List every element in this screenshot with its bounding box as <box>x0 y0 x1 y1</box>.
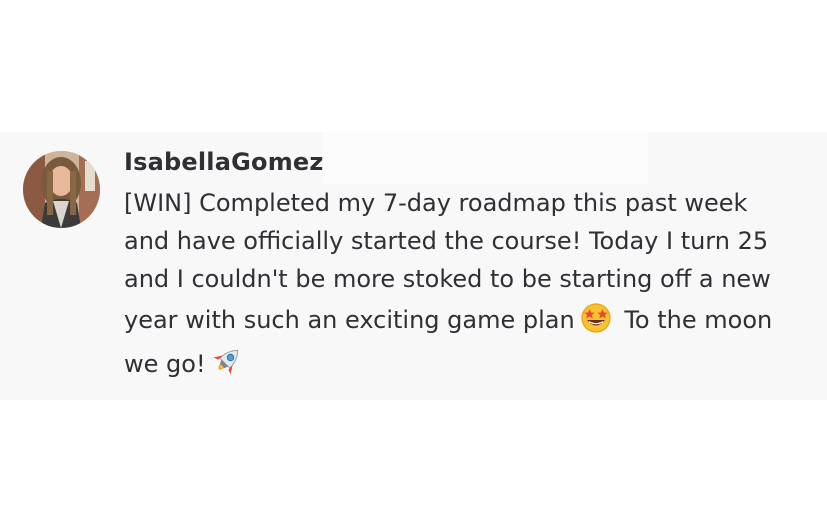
message-line: we go! <box>124 350 206 378</box>
chat-message: IsabellaGomez [WIN] Completed my 7-day r… <box>0 132 827 400</box>
rocket-emoji-icon <box>210 344 244 378</box>
message-line: year with such an exciting game plan <box>124 306 575 334</box>
header-highlight <box>322 132 648 184</box>
message-content: [WIN] Completed my 7-day roadmap this pa… <box>124 184 804 386</box>
message-line-with-emoji: year with such an exciting game plan To … <box>124 298 804 342</box>
avatar[interactable] <box>23 151 100 228</box>
avatar-photo <box>23 151 100 228</box>
message-line: [WIN] Completed my 7-day roadmap this pa… <box>124 189 748 217</box>
message-line: To the moon <box>624 306 773 334</box>
message-line-with-emoji: we go! <box>124 342 804 386</box>
message-line: and have officially started the course! … <box>124 227 769 255</box>
star-struck-emoji-icon <box>579 300 613 334</box>
message-line: and I couldn't be more stoked to be star… <box>124 265 771 293</box>
username[interactable]: IsabellaGomez <box>124 148 324 176</box>
